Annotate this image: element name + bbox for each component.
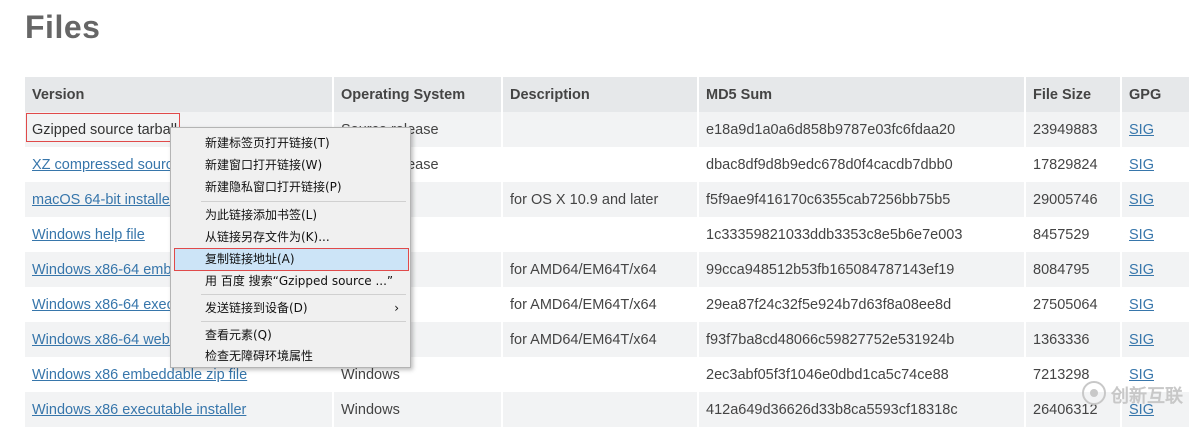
sig-link[interactable]: SIG [1129, 297, 1154, 313]
menu-open-in-private-window[interactable]: 新建隐私窗口打开链接(P) [174, 177, 407, 197]
menu-save-link-as[interactable]: 从链接另存文件为(K)... [174, 227, 407, 247]
description-cell: for OS X 10.9 and later [502, 182, 699, 217]
size-cell: 29005746 [1025, 182, 1122, 217]
md5-cell: 99cca948512b53fb165084787143ef19 [698, 252, 1026, 287]
md5-cell: 412a649d36626d33b8ca5593cf18318c [698, 392, 1026, 427]
watermark-logo-icon [1082, 381, 1106, 405]
menu-inspect-accessibility[interactable]: 检查无障碍环境属性 [174, 346, 407, 366]
description-cell [502, 392, 699, 427]
header-gpg[interactable]: GPG [1121, 77, 1190, 112]
version-link[interactable]: macOS 64-bit installer [32, 192, 175, 208]
size-cell: 27505064 [1025, 287, 1122, 322]
size-cell: 17829824 [1025, 147, 1122, 182]
sig-link[interactable]: SIG [1129, 227, 1154, 243]
header-description[interactable]: Description [502, 77, 699, 112]
header-version[interactable]: Version [25, 77, 334, 112]
menu-separator [201, 201, 406, 202]
description-cell: for AMD64/EM64T/x64 [502, 252, 699, 287]
description-cell [502, 112, 699, 147]
menu-separator [201, 321, 406, 322]
sig-link[interactable]: SIG [1129, 332, 1154, 348]
size-cell: 1363336 [1025, 322, 1122, 357]
page-title: Files [25, 9, 101, 45]
context-menu: 新建标签页打开链接(T) 新建窗口打开链接(W) 新建隐私窗口打开链接(P) 为… [170, 127, 411, 368]
version-link[interactable]: Windows help file [32, 227, 145, 243]
menu-copy-link-address[interactable]: 复制链接地址(A) [174, 248, 409, 271]
md5-cell: 1c33359821033ddb3353c8e5b6e7e003 [698, 217, 1026, 252]
header-file-size[interactable]: File Size [1025, 77, 1122, 112]
size-cell: 23949883 [1025, 112, 1122, 147]
sig-link[interactable]: SIG [1129, 157, 1154, 173]
watermark: 创新互联 [1082, 381, 1186, 407]
gpg-cell: SIG [1121, 112, 1190, 147]
menu-search-with-baidu[interactable]: 用 百度 搜索“Gzipped source ...” [174, 271, 407, 291]
menu-inspect-element[interactable]: 查看元素(Q) [174, 325, 407, 345]
gpg-cell: SIG [1121, 182, 1190, 217]
gpg-cell: SIG [1121, 217, 1190, 252]
version-text[interactable]: Gzipped source tarball [32, 122, 177, 138]
sig-link[interactable]: SIG [1129, 262, 1154, 278]
menu-send-link-label: 发送链接到设备(D) [205, 301, 308, 315]
menu-send-link-to-device[interactable]: 发送链接到设备(D) › [174, 298, 407, 318]
sig-link[interactable]: SIG [1129, 122, 1154, 138]
description-cell: for AMD64/EM64T/x64 [502, 287, 699, 322]
chevron-right-icon: › [394, 301, 399, 315]
version-cell: Windows x86 executable installer [25, 392, 334, 427]
os-cell: Windows [333, 392, 503, 427]
md5-cell: e18a9d1a0a6d858b9787e03fc6fdaa20 [698, 112, 1026, 147]
gpg-cell: SIG [1121, 252, 1190, 287]
description-cell [502, 357, 699, 392]
md5-cell: f5f9ae9f416170c6355cab7256bb75b5 [698, 182, 1026, 217]
md5-cell: 29ea87f24c32f5e924b7d63f8a08ee8d [698, 287, 1026, 322]
version-link[interactable]: Windows x86 embeddable zip file [32, 367, 247, 383]
menu-separator [201, 294, 406, 295]
size-cell: 8084795 [1025, 252, 1122, 287]
table-header-row: Version Operating System Description MD5… [25, 77, 1190, 112]
gpg-cell: SIG [1121, 287, 1190, 322]
gpg-cell: SIG [1121, 147, 1190, 182]
size-cell: 8457529 [1025, 217, 1122, 252]
description-cell: for AMD64/EM64T/x64 [502, 322, 699, 357]
menu-open-in-new-window[interactable]: 新建窗口打开链接(W) [174, 155, 407, 175]
md5-cell: f93f7ba8cd48066c59827752e531924b [698, 322, 1026, 357]
table-row: Windows x86 executable installer Windows… [25, 392, 1190, 427]
sig-link[interactable]: SIG [1129, 192, 1154, 208]
gpg-cell: SIG [1121, 322, 1190, 357]
menu-bookmark-link[interactable]: 为此链接添加书签(L) [174, 205, 407, 225]
version-link[interactable]: Windows x86 executable installer [32, 402, 246, 418]
description-cell [502, 147, 699, 182]
md5-cell: dbac8df9d8b9edc678d0f4cacdb7dbb0 [698, 147, 1026, 182]
header-operating-system[interactable]: Operating System [333, 77, 503, 112]
watermark-text: 创新互联 [1111, 386, 1183, 407]
menu-open-in-new-tab[interactable]: 新建标签页打开链接(T) [174, 133, 407, 153]
md5-cell: 2ec3abf05f3f1046e0dbd1ca5c74ce88 [698, 357, 1026, 392]
header-md5-sum[interactable]: MD5 Sum [698, 77, 1026, 112]
description-cell [502, 217, 699, 252]
